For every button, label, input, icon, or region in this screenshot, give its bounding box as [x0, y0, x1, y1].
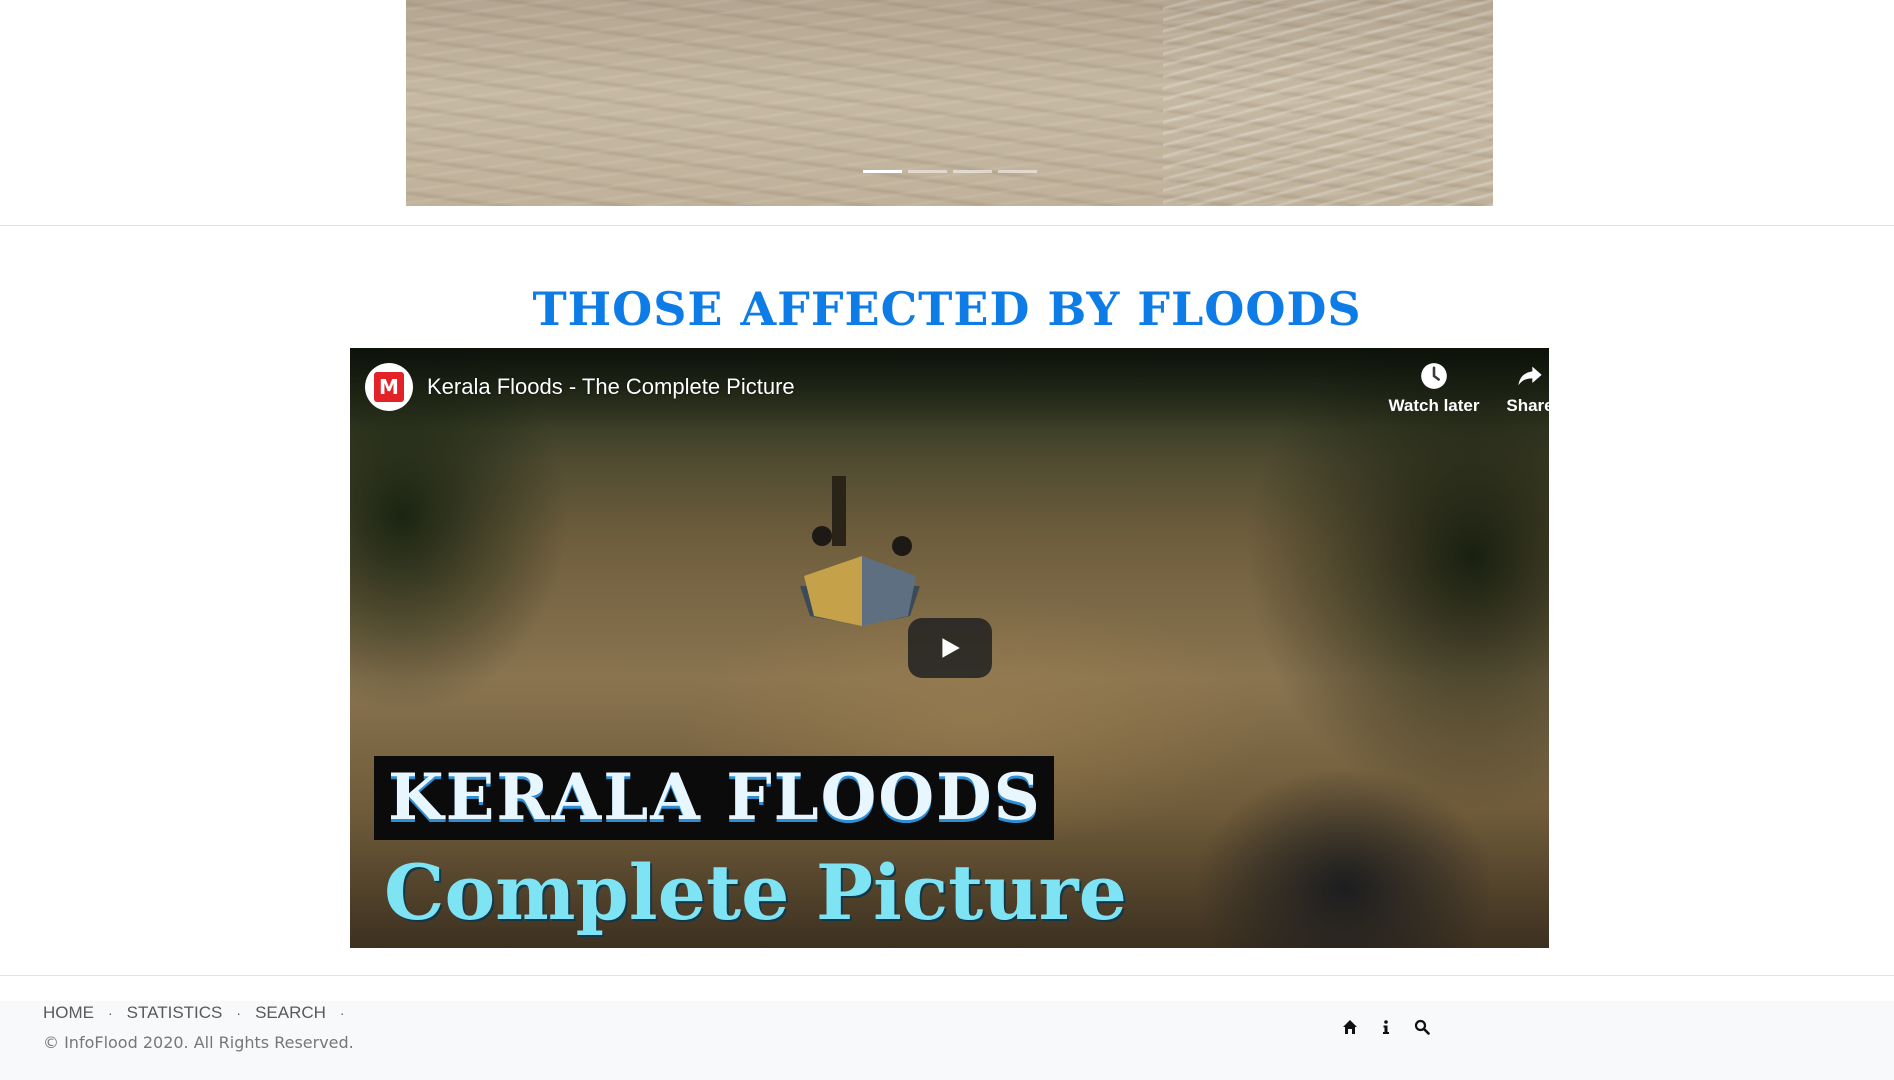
footer-nav: HOME · STATISTICS · SEARCH · — [43, 1001, 359, 1025]
video-title[interactable]: Kerala Floods - The Complete Picture — [427, 374, 795, 400]
hero-carousel[interactable] — [406, 0, 1493, 206]
footer: HOME · STATISTICS · SEARCH · © InfoFlood… — [0, 1001, 1894, 1080]
play-icon — [942, 638, 960, 658]
carousel-indicators — [406, 170, 1493, 173]
clock-icon — [1421, 363, 1447, 389]
home-icon[interactable] — [1342, 1019, 1358, 1035]
thumbnail-boat — [800, 476, 920, 626]
carousel-indicator-3[interactable] — [952, 170, 992, 173]
nav-separator: · — [339, 1005, 345, 1021]
watch-later-button[interactable]: Watch later — [1384, 362, 1484, 416]
section-title: THOSE AFFECTED BY FLOODS — [532, 282, 1362, 336]
channel-avatar-logo: M — [374, 372, 404, 402]
footer-link-statistics[interactable]: STATISTICS — [127, 1003, 223, 1023]
divider — [0, 975, 1894, 976]
channel-avatar[interactable]: M — [365, 363, 413, 411]
thumbnail-hands — [1129, 648, 1489, 948]
carousel-indicator-4[interactable] — [997, 170, 1037, 173]
video-embed[interactable]: M Kerala Floods - The Complete Picture W… — [350, 348, 1549, 948]
share-button[interactable]: Share — [1480, 362, 1549, 416]
carousel-indicator-2[interactable] — [907, 170, 947, 173]
divider — [0, 225, 1894, 226]
share-label: Share — [1506, 396, 1549, 415]
footer-link-home[interactable]: HOME — [43, 1003, 94, 1023]
thumbnail-title-line2: Complete Picture — [384, 848, 1127, 937]
watch-later-label: Watch later — [1388, 396, 1480, 415]
share-arrow-icon — [1518, 366, 1542, 386]
nav-separator: · — [236, 1005, 242, 1021]
footer-icon-links — [1342, 1019, 1430, 1035]
copyright-text: © InfoFlood 2020. All Rights Reserved. — [43, 1033, 354, 1052]
carousel-indicator-1[interactable] — [862, 170, 902, 173]
info-icon[interactable] — [1378, 1019, 1394, 1035]
search-icon[interactable] — [1414, 1019, 1430, 1035]
water-glare — [1163, 0, 1493, 206]
play-button[interactable] — [908, 618, 992, 678]
footer-link-search[interactable]: SEARCH — [255, 1003, 326, 1023]
thumbnail-title-line1: KERALA FLOODS — [374, 756, 1054, 840]
nav-separator: · — [108, 1005, 113, 1021]
